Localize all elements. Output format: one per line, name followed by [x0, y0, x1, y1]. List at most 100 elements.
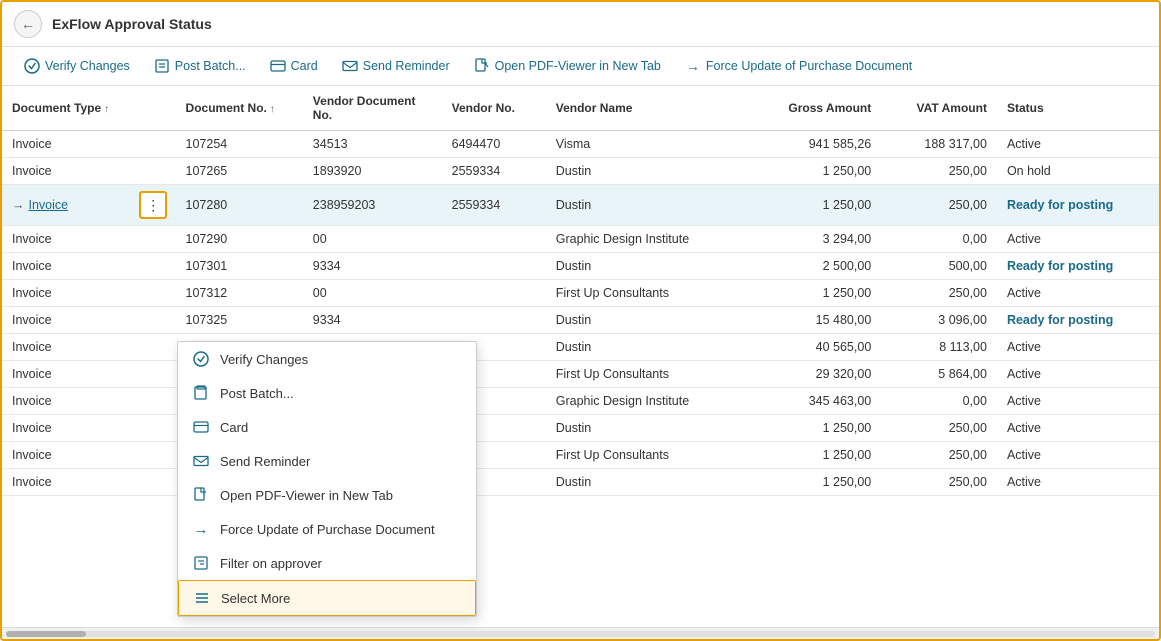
gross-cell: 3 294,00 — [754, 226, 881, 253]
status-cell: Active — [997, 280, 1159, 307]
gross-cell: 1 250,00 — [754, 415, 881, 442]
actions-cell — [129, 158, 175, 185]
table-row[interactable]: Invoice10731200First Up Consultants1 250… — [2, 280, 1159, 307]
doc-type-cell: Invoice — [2, 415, 129, 442]
actions-cell — [129, 388, 175, 415]
table-row[interactable]: Invoice10735000First Up Consultants29 32… — [2, 361, 1159, 388]
vendor-no-cell — [442, 280, 546, 307]
verify-changes-icon — [24, 58, 40, 74]
card-button[interactable]: Card — [260, 53, 328, 79]
ctx-force-update-icon: → — [192, 520, 210, 538]
gross-cell: 941 585,26 — [754, 131, 881, 158]
row-arrow-indicator: → — [12, 198, 25, 212]
ctx-send-reminder[interactable]: Send Reminder — [178, 444, 476, 478]
col-header-vat[interactable]: VAT Amount — [881, 86, 997, 131]
title-bar: ← ExFlow Approval Status — [2, 2, 1159, 47]
table-row[interactable]: Invoice1074019334Dustin1 250,00250,00Act… — [2, 469, 1159, 496]
verify-changes-button[interactable]: Verify Changes — [14, 53, 140, 79]
vat-cell: 3 096,00 — [881, 307, 997, 334]
post-batch-button[interactable]: Post Batch... — [144, 53, 256, 79]
status-cell: On hold — [997, 158, 1159, 185]
col-header-vendor-name[interactable]: Vendor Name — [546, 86, 754, 131]
vendor-name-cell: Dustin — [546, 253, 754, 280]
vat-cell: 0,00 — [881, 226, 997, 253]
ctx-card-icon — [192, 418, 210, 436]
doc-type-cell: Invoice — [2, 307, 129, 334]
open-pdf-icon — [474, 58, 490, 74]
doc-type-text: Invoice — [12, 475, 52, 489]
doc-no-cell: 107280 — [176, 185, 303, 226]
data-table: Document Type↑ Document No.↑ Vendor Docu… — [2, 86, 1159, 496]
vendor-name-cell: Dustin — [546, 415, 754, 442]
vendor-no-cell — [442, 226, 546, 253]
table-row[interactable]: Invoice1073019334Dustin2 500,00500,00Rea… — [2, 253, 1159, 280]
main-window: ← ExFlow Approval Status Verify Changes … — [0, 0, 1161, 641]
doc-type-text: Invoice — [12, 137, 52, 151]
table-row[interactable]: Invoice107254345136494470Visma941 585,26… — [2, 131, 1159, 158]
status-cell: Active — [997, 442, 1159, 469]
col-header-gross[interactable]: Gross Amount — [754, 86, 881, 131]
row-actions-button[interactable]: ⋮ — [139, 191, 167, 219]
actions-cell — [129, 280, 175, 307]
vat-cell: 8 113,00 — [881, 334, 997, 361]
ctx-select-more[interactable]: Select More — [178, 580, 476, 616]
back-button[interactable]: ← — [14, 10, 42, 38]
table-row[interactable]: Invoice10726518939202559334Dustin1 250,0… — [2, 158, 1159, 185]
doc-type-cell: Invoice — [2, 442, 129, 469]
actions-cell — [129, 469, 175, 496]
table-row[interactable]: Invoice10729000Graphic Design Institute3… — [2, 226, 1159, 253]
vendor-name-cell: Dustin — [546, 469, 754, 496]
gross-cell: 1 250,00 — [754, 280, 881, 307]
toolbar: Verify Changes Post Batch... Card Send R… — [2, 47, 1159, 86]
send-reminder-button[interactable]: Send Reminder — [332, 53, 460, 79]
doc-no-cell: 107312 — [176, 280, 303, 307]
vendor-name-cell: Graphic Design Institute — [546, 388, 754, 415]
col-header-status[interactable]: Status — [997, 86, 1159, 131]
card-icon — [270, 58, 286, 74]
table-row[interactable]: Invoice1073389334Dustin40 565,008 113,00… — [2, 334, 1159, 361]
col-header-doc-type[interactable]: Document Type↑ — [2, 86, 129, 131]
doc-type-text: Invoice — [12, 232, 52, 246]
table-row[interactable]: Invoice10736200Graphic Design Institute3… — [2, 388, 1159, 415]
doc-type-text: Invoice — [12, 164, 52, 178]
status-cell: Ready for posting — [997, 253, 1159, 280]
ctx-card[interactable]: Card — [178, 410, 476, 444]
actions-cell — [129, 415, 175, 442]
vat-cell: 188 317,00 — [881, 131, 997, 158]
open-pdf-button[interactable]: Open PDF-Viewer in New Tab — [464, 53, 671, 79]
actions-cell — [129, 131, 175, 158]
doc-type-text: Invoice — [12, 394, 52, 408]
scrollbar-track — [6, 631, 1155, 637]
vendor-name-cell: First Up Consultants — [546, 280, 754, 307]
table-row[interactable]: Invoice10738800First Up Consultants1 250… — [2, 442, 1159, 469]
table-row[interactable]: →Invoice⋮1072802389592032559334Dustin1 2… — [2, 185, 1159, 226]
ctx-post-batch[interactable]: Post Batch... — [178, 376, 476, 410]
gross-cell: 15 480,00 — [754, 307, 881, 334]
ctx-verify-changes[interactable]: Verify Changes — [178, 342, 476, 376]
vendor-no-cell: 2559334 — [442, 185, 546, 226]
col-header-vendor-doc[interactable]: Vendor Document No. — [303, 86, 442, 131]
col-header-doc-no[interactable]: Document No.↑ — [176, 86, 303, 131]
force-update-button[interactable]: → Force Update of Purchase Document — [675, 53, 922, 79]
doc-no-cell: 107290 — [176, 226, 303, 253]
scrollbar-thumb[interactable] — [6, 631, 86, 637]
gross-cell: 40 565,00 — [754, 334, 881, 361]
ctx-force-update[interactable]: → Force Update of Purchase Document — [178, 512, 476, 546]
gross-cell: 2 500,00 — [754, 253, 881, 280]
vat-cell: 250,00 — [881, 158, 997, 185]
ctx-open-pdf[interactable]: Open PDF-Viewer in New Tab — [178, 478, 476, 512]
doc-type-link[interactable]: Invoice — [29, 198, 69, 212]
doc-type-cell: → Invoice — [2, 185, 129, 226]
ctx-post-batch-icon — [192, 384, 210, 402]
ctx-filter-approver[interactable]: Filter on approver — [178, 546, 476, 580]
vendor-no-cell: 6494470 — [442, 131, 546, 158]
table-row[interactable]: Invoice1073259334Dustin15 480,003 096,00… — [2, 307, 1159, 334]
doc-type-cell: Invoice — [2, 158, 129, 185]
vendor-doc-cell: 238959203 — [303, 185, 442, 226]
table-row[interactable]: Invoice1073759334Dustin1 250,00250,00Act… — [2, 415, 1159, 442]
vendor-no-cell — [442, 307, 546, 334]
ctx-send-reminder-icon — [192, 452, 210, 470]
horizontal-scrollbar[interactable] — [2, 627, 1159, 639]
col-header-vendor-no[interactable]: Vendor No. — [442, 86, 546, 131]
doc-type-cell: Invoice — [2, 361, 129, 388]
